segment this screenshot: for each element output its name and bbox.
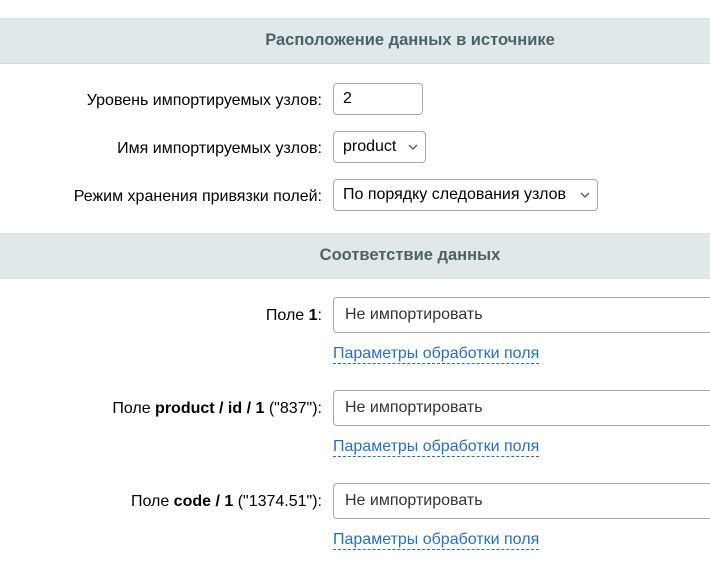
chevron-down-icon (579, 180, 591, 210)
field-params-link[interactable]: Параметры обработки поля (333, 531, 540, 550)
level-value: 2 (343, 90, 352, 107)
field-mapping-value: Не импортировать (345, 399, 483, 416)
storage-mode-select[interactable]: По порядку следования узлов (333, 179, 598, 211)
field-label-prefix: Поле (112, 400, 156, 417)
field-label-name: code / 1 (173, 493, 234, 510)
field-mapping-select[interactable]: Не импортировать (333, 390, 710, 426)
field-mapping-select[interactable]: Не импортировать (333, 297, 710, 333)
field-label-prefix: Поле (265, 307, 309, 324)
level-label: Уровень импортируемых узлов: (86, 92, 322, 109)
node-name-value: product (343, 138, 397, 155)
field-label-prefix: Поле (130, 493, 174, 510)
chevron-down-icon (407, 132, 419, 162)
field-label-name: product / id / 1 (155, 400, 265, 417)
node-name-select[interactable]: product (333, 131, 426, 163)
field-label-suffix: : (317, 307, 322, 324)
field-label: Поле product / id / 1 ("837"): (112, 400, 322, 418)
field-params-link[interactable]: Параметры обработки поля (333, 345, 540, 364)
field-label-name: 1 (308, 307, 318, 324)
field-label: Поле 1: (266, 307, 322, 325)
field-label-suffix: ("1374.51"): (233, 493, 322, 510)
storage-mode-value: По порядку следования узлов (343, 186, 567, 203)
section-title-mapping: Соответствие данных (319, 246, 501, 264)
field-mapping-value: Не импортировать (345, 306, 483, 323)
section-title-location: Расположение данных в источнике (265, 31, 555, 49)
field-params-link[interactable]: Параметры обработки поля (333, 438, 540, 457)
section-header-mapping: Соответствие данных (0, 233, 710, 279)
field-label-suffix: ("837"): (264, 400, 322, 417)
field-label: Поле code / 1 ("1374.51"): (131, 493, 322, 511)
level-input[interactable]: 2 (333, 83, 423, 115)
node-name-label: Имя импортируемых узлов: (117, 140, 322, 157)
field-mapping-select[interactable]: Не импортировать (333, 483, 710, 519)
section-header-location: Расположение данных в источнике (0, 18, 710, 64)
field-mapping-value: Не импортировать (345, 492, 483, 509)
storage-mode-label: Режим хранения привязки полей: (73, 188, 322, 205)
